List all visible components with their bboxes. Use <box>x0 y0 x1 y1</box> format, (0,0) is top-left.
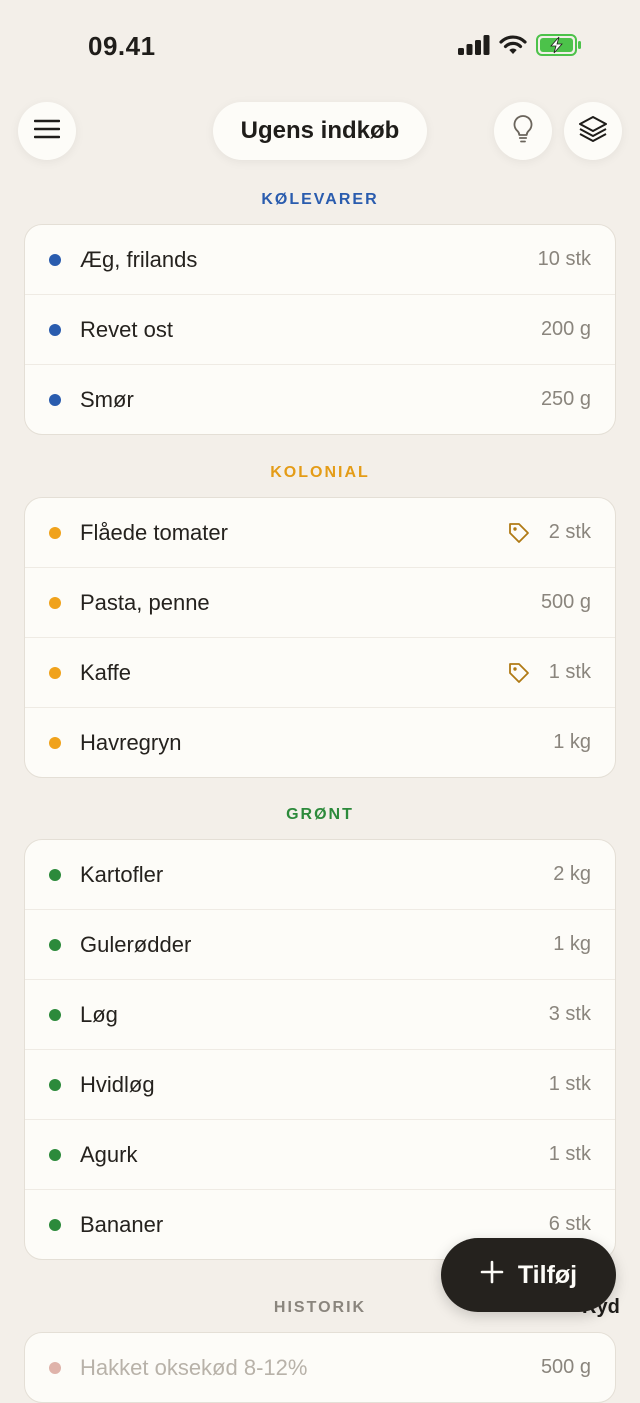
section-card-gront: Kartofler 2 kg Gulerødder 1 kg Løg 3 stk… <box>24 839 616 1260</box>
item-name: Agurk <box>80 1141 138 1167</box>
item-quantity: 1 stk <box>548 1073 591 1095</box>
item-quantity: 2 stk <box>548 521 591 543</box>
category-dot <box>49 1008 61 1021</box>
list-item[interactable]: Revet ost 200 g <box>25 295 615 365</box>
list-item[interactable]: Hakket oksekød 8-12% 500 g <box>25 1333 615 1402</box>
category-dot <box>49 393 61 406</box>
tag-icon <box>507 521 531 545</box>
item-name: Revet ost <box>80 316 173 342</box>
category-dot <box>49 868 61 881</box>
section-card-historik: Hakket oksekød 8-12% 500 g <box>24 1332 616 1403</box>
section-header-gront: GRØNT <box>286 806 354 823</box>
menu-icon <box>33 119 61 144</box>
list-item[interactable]: Hvidløg 1 stk <box>25 1050 615 1120</box>
item-quantity: 1 kg <box>553 731 591 753</box>
category-dot <box>49 736 61 749</box>
list-item[interactable]: Havregryn 1 kg <box>25 708 615 777</box>
item-name: Bananer <box>80 1211 164 1237</box>
list-item[interactable]: Æg, frilands 10 stk <box>25 225 615 295</box>
page-title[interactable]: Ugens indkøb <box>213 102 427 160</box>
item-quantity: 500 g <box>540 591 591 613</box>
category-dot <box>49 938 61 951</box>
item-name: Kartofler <box>80 861 164 887</box>
item-quantity: 6 stk <box>548 1213 591 1235</box>
wifi-icon <box>499 35 527 60</box>
item-name: Gulerødder <box>80 931 192 957</box>
add-item-button[interactable]: Tilføj <box>441 1238 616 1312</box>
item-name: Pasta, penne <box>80 589 210 615</box>
item-name: Havregryn <box>80 729 182 755</box>
category-dot <box>49 666 61 679</box>
category-dot <box>49 323 61 336</box>
list-item[interactable]: Kaffe 1 stk <box>25 638 615 708</box>
list-item[interactable]: Løg 3 stk <box>25 980 615 1050</box>
list-item[interactable]: Pasta, penne 500 g <box>25 568 615 638</box>
section-card-kolevarer: Æg, frilands 10 stk Revet ost 200 g Smør… <box>24 224 616 435</box>
item-quantity: 1 stk <box>548 661 591 683</box>
status-time: 09.41 <box>88 31 156 61</box>
category-dot <box>49 253 61 266</box>
item-quantity: 200 g <box>540 318 591 340</box>
item-quantity: 3 stk <box>548 1003 591 1025</box>
list-item[interactable]: Gulerødder 1 kg <box>25 910 615 980</box>
list-item[interactable]: Agurk 1 stk <box>25 1120 615 1190</box>
category-dot <box>49 1078 61 1091</box>
tag-icon <box>507 661 531 685</box>
category-dot <box>49 526 61 539</box>
item-name: Flåede tomater <box>80 519 228 545</box>
section-card-kolonial: Flåede tomater 2 stk Pasta, penne 500 g … <box>24 497 616 778</box>
list-item[interactable]: Kartofler 2 kg <box>25 840 615 910</box>
menu-button[interactable] <box>18 102 76 160</box>
lightbulb-icon <box>512 114 534 149</box>
cellular-signal-icon <box>458 35 490 60</box>
item-name: Smør <box>80 386 134 412</box>
item-name: Hakket oksekød 8-12% <box>80 1354 308 1380</box>
category-dot <box>49 1361 61 1374</box>
item-quantity: 2 kg <box>553 863 591 885</box>
plus-icon <box>480 1260 504 1291</box>
status-icons <box>458 34 582 61</box>
item-name: Hvidløg <box>80 1071 155 1097</box>
battery-charging-icon <box>536 34 582 61</box>
item-quantity: 1 kg <box>553 933 591 955</box>
item-quantity: 10 stk <box>537 248 591 270</box>
tips-button[interactable] <box>494 102 552 160</box>
section-header-kolonial: KOLONIAL <box>270 464 370 481</box>
item-name: Æg, frilands <box>80 246 198 272</box>
add-item-label: Tilføj <box>517 1260 578 1289</box>
item-name: Løg <box>80 1001 118 1027</box>
item-quantity: 250 g <box>540 388 591 410</box>
category-dot <box>49 1148 61 1161</box>
item-quantity: 1 stk <box>548 1143 591 1165</box>
item-name: Kaffe <box>80 659 131 685</box>
list-item[interactable]: Flåede tomater 2 stk <box>25 498 615 568</box>
layers-icon <box>578 114 608 149</box>
status-bar: 09.41 <box>0 0 640 90</box>
category-dot <box>49 596 61 609</box>
list-item[interactable]: Smør 250 g <box>25 365 615 434</box>
item-quantity: 500 g <box>540 1356 591 1378</box>
layers-button[interactable] <box>564 102 622 160</box>
section-header-kolevarer: KØLEVARER <box>261 191 379 208</box>
category-dot <box>49 1218 61 1231</box>
